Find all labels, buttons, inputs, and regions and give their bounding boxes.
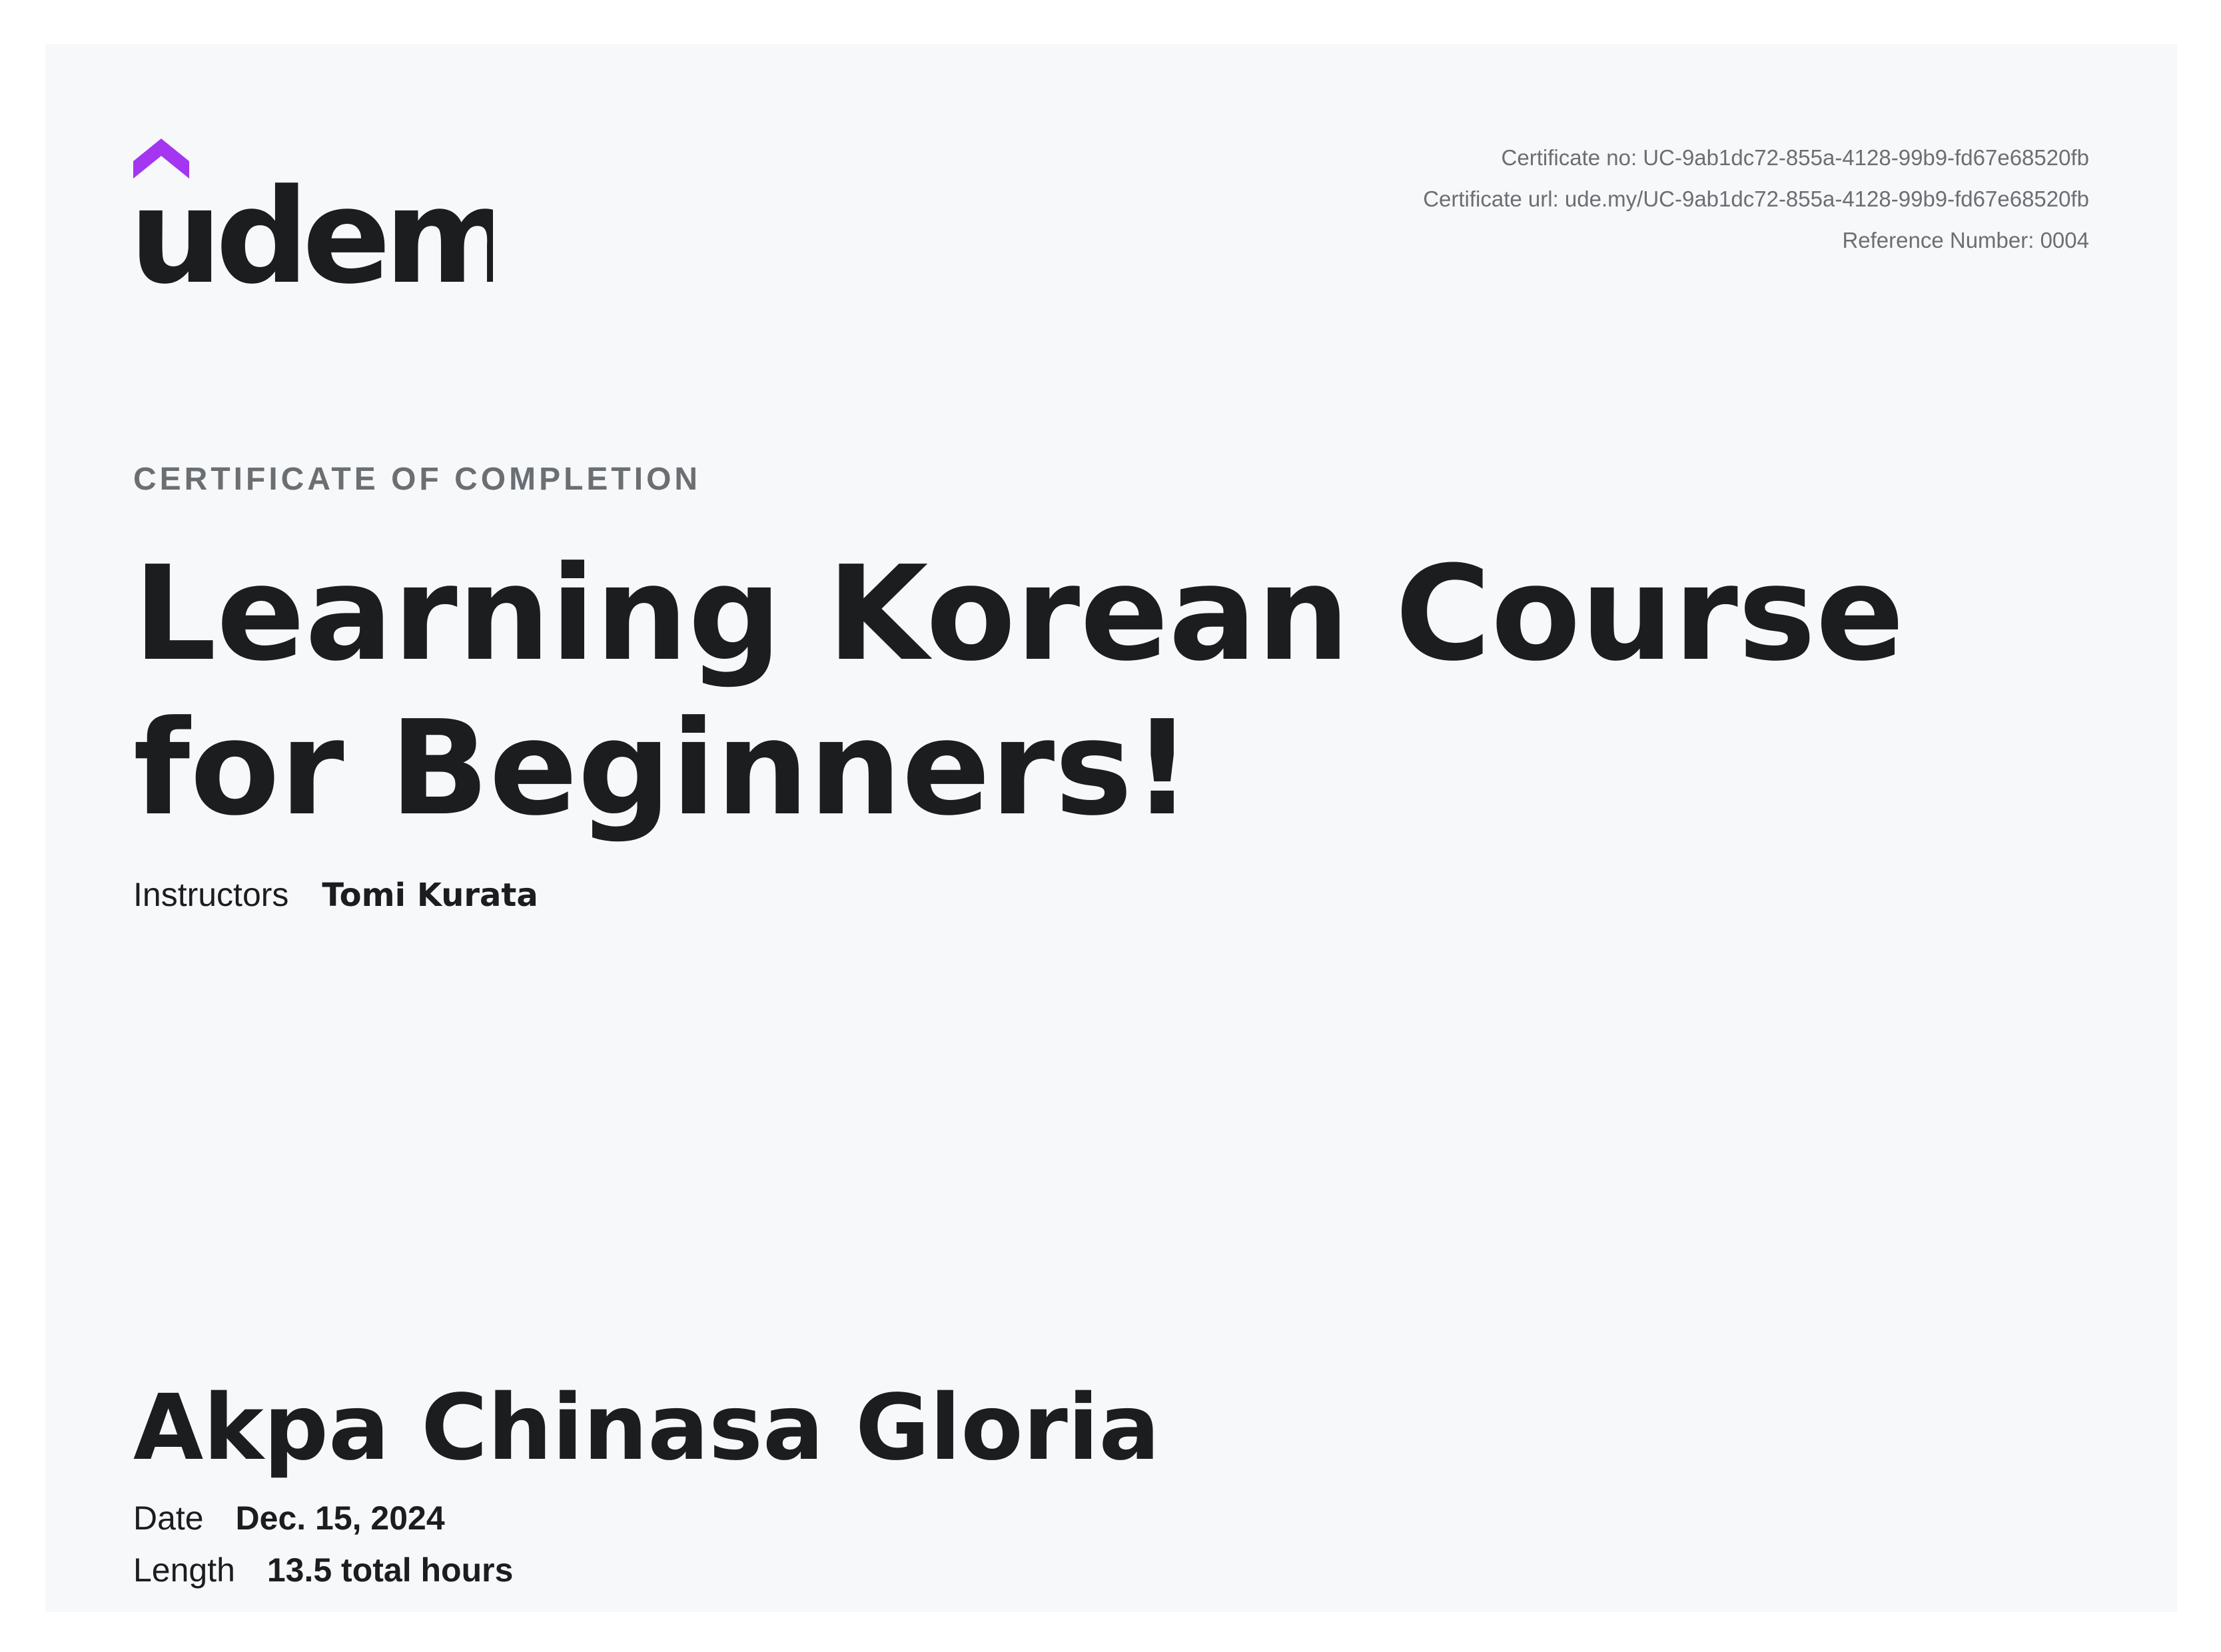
instructors-label: Instructors <box>133 876 289 913</box>
instructor-name: Tomi Kurata <box>322 877 538 914</box>
reference-number: Reference Number: 0004 <box>1842 228 2089 252</box>
certificate-card: udemy Certificate no: UC-9ab1dc72-855a-4… <box>45 44 2177 1612</box>
udemy-logo: udemy <box>133 132 493 318</box>
length-value: 13.5 total hours <box>266 1551 514 1589</box>
date-label: Date <box>133 1499 204 1537</box>
certificate-heading: CERTIFICATE OF COMPLETION <box>133 462 701 497</box>
page: udemy Certificate no: UC-9ab1dc72-855a-4… <box>0 0 2221 1652</box>
certificate-url: Certificate url: ude.my/UC-9ab1dc72-855a… <box>1423 187 2089 211</box>
date-value: Dec. 15, 2024 <box>235 1499 445 1537</box>
date-row: Date Dec. 15, 2024 <box>133 1499 445 1537</box>
certificate-meta: Certificate no: UC-9ab1dc72-855a-4128-99… <box>1423 137 2089 261</box>
certificate-number: Certificate no: UC-9ab1dc72-855a-4128-99… <box>1501 145 2089 170</box>
course-title: Learning Korean Course for Beginners! <box>133 538 1905 845</box>
instructors-row: Instructors Tomi Kurata <box>133 875 538 914</box>
recipient-name: Akpa Chinasa Gloria <box>133 1376 1160 1481</box>
length-label: Length <box>133 1551 235 1589</box>
logo-wordmark: udemy <box>133 161 493 313</box>
length-row: Length 13.5 total hours <box>133 1551 513 1589</box>
